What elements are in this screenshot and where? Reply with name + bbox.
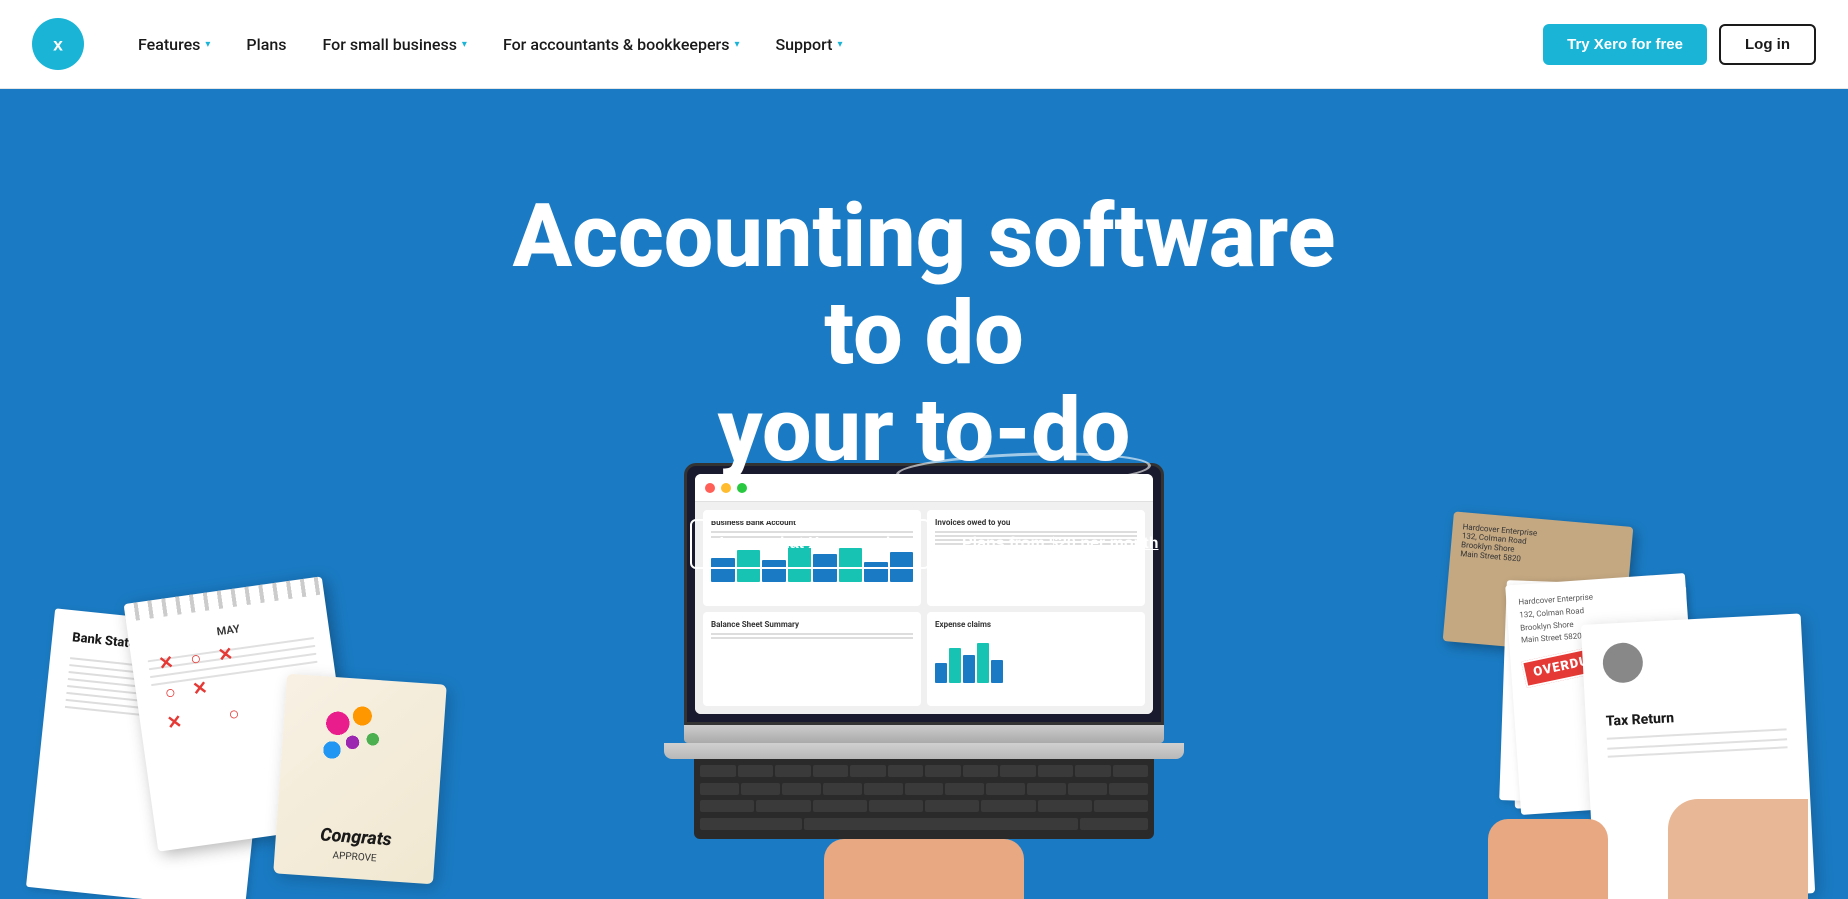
nav-support-label: Support [775,35,832,54]
todo-word: to-do [916,383,1131,480]
tax-return-title: Tax Return [1606,704,1787,729]
nav-accountants-label: For accountants & bookkeepers [503,35,729,54]
laptop-keyboard-area [664,743,1184,759]
laptop-keyboard [694,759,1154,839]
xero-logo[interactable]: x [32,18,84,70]
nav-features-label: Features [138,35,200,54]
nav-plans-label: Plans [246,35,286,54]
nav-features[interactable]: Features ▾ [124,27,224,62]
login-button[interactable]: Log in [1719,24,1816,65]
congrats-text: Congrats [319,824,392,850]
learn-button[interactable]: Learn what Xero can do [690,519,930,569]
approve-text: APPROVE [332,850,377,864]
right-hand-decor [1668,799,1808,899]
hero-actions: Learn what Xero can do Plans from $20 pe… [474,519,1374,569]
support-chevron-icon: ▾ [838,39,843,50]
hero-right-decor: Hardcover Enterprise 132, Colman Road Br… [1348,499,1808,899]
plans-button[interactable]: Plans from $20 per month [962,521,1159,567]
tic-tac-toe-decor: ✕○✕ ○✕ ✕○ [150,639,249,738]
hero-title: Accounting software to do your to-do [474,189,1374,479]
svg-text:x: x [53,34,63,54]
nav-accountants[interactable]: For accountants & bookkeepers ▾ [489,27,754,62]
hero-content: Accounting software to do your to-do Lea… [474,89,1374,629]
flowers-decor [310,686,396,781]
nav-plans[interactable]: Plans [232,27,300,62]
navbar: x Features ▾ Plans For small business ▾ … [0,0,1848,89]
hero-left-decor: Bank Statement MAY ✕○✕ ○✕ ✕○ [40,519,460,899]
nav-small-biz[interactable]: For small business ▾ [308,27,480,62]
nav-support[interactable]: Support ▾ [761,27,856,62]
hero-title-line2: your to-do [718,383,1131,480]
features-chevron-icon: ▾ [205,39,210,50]
small-biz-chevron-icon: ▾ [462,39,467,50]
laptop-base [684,725,1164,743]
right-hand2-decor [1488,819,1608,899]
hero-title-line1: Accounting software to do [513,185,1336,385]
congrats-card-decor: Congrats APPROVE [273,674,447,885]
navbar-actions: Try Xero for free Log in [1543,24,1816,65]
nav-items: Features ▾ Plans For small business ▾ Fo… [124,27,1543,62]
nav-small-biz-label: For small business [322,35,456,54]
accountants-chevron-icon: ▾ [734,39,739,50]
hero-section: Accounting software to do your to-do Lea… [0,89,1848,899]
try-xero-button[interactable]: Try Xero for free [1543,24,1707,65]
laptop-hand-decor [824,839,1024,899]
tax-circle-decor [1602,642,1644,684]
